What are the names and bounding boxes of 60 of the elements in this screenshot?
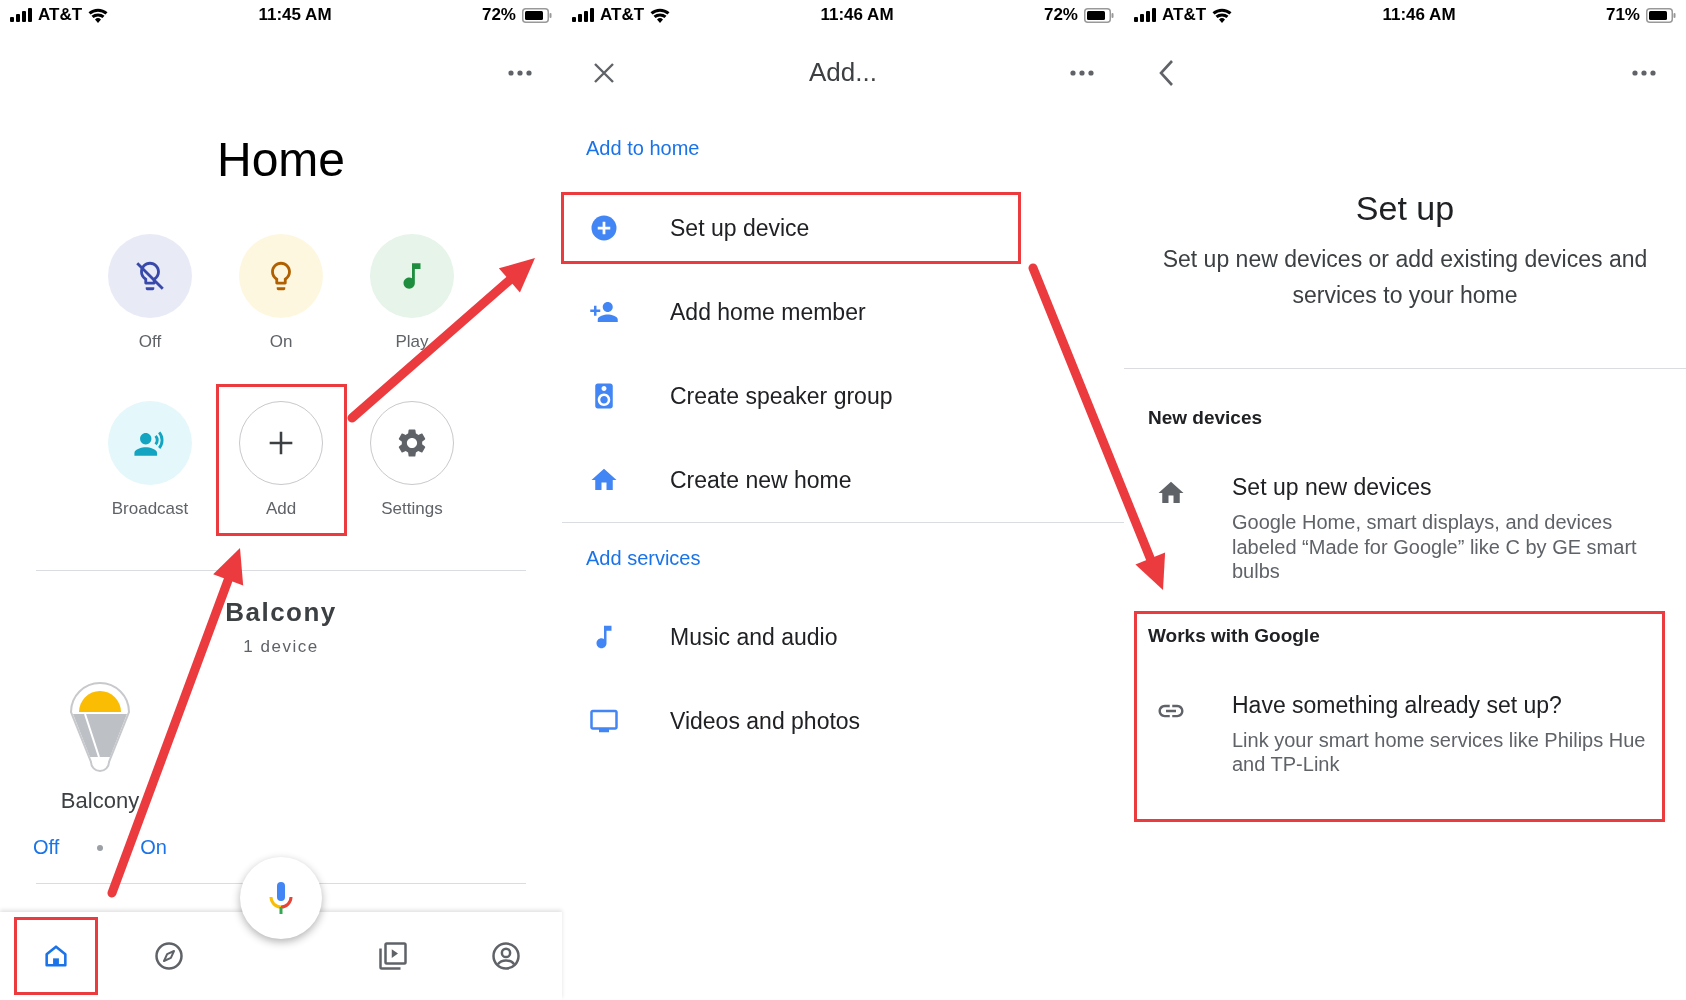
section-heading: Add to home <box>585 136 701 161</box>
media-library-icon <box>378 941 409 971</box>
menu-item[interactable]: Create new home <box>562 445 1020 515</box>
more-options-icon[interactable] <box>1632 69 1656 76</box>
device-name: Balcony <box>60 788 140 814</box>
wifi-icon <box>650 7 671 23</box>
section-heading: Add services <box>585 546 702 571</box>
account-icon <box>490 941 521 971</box>
menu-item[interactable]: Videos and photos <box>562 686 1020 756</box>
action-label: On <box>269 332 293 352</box>
battery-icon <box>522 7 552 23</box>
menu-item[interactable]: Set up device <box>562 193 1020 263</box>
carrier-name: AT&T <box>38 5 83 25</box>
option-description: Google Home, smart displays, and devices labeled “Made for Google” like C by GE smart bulbs <box>1232 510 1638 584</box>
wifi-icon <box>88 7 109 23</box>
room-name: Balcony <box>224 596 338 628</box>
off-button[interactable]: Off <box>33 836 60 859</box>
nav-tab[interactable] <box>15 918 98 994</box>
page-title: Home <box>215 132 346 188</box>
clock-time: 11:45 AM <box>258 5 332 25</box>
section-heading: Works with Google <box>1148 623 1321 648</box>
wifi-icon <box>1212 7 1233 23</box>
menu-item[interactable]: Create speaker group <box>562 361 1020 431</box>
battery-percent: 72% <box>1043 5 1078 25</box>
option-description: Link your smart home services like Philips Hue and TP-Link <box>1232 727 1647 777</box>
on-button[interactable]: On <box>140 836 167 859</box>
compass-icon <box>153 941 184 971</box>
option-title[interactable]: Have something already set up? <box>1232 689 1664 720</box>
clock-time: 11:46 AM <box>820 5 894 25</box>
section-heading: New devices <box>1148 406 1264 430</box>
action-label: Settings <box>381 499 443 519</box>
action-label: Broadcast <box>111 499 189 519</box>
more-options-icon[interactable] <box>1070 69 1094 76</box>
battery-percent: 71% <box>1605 5 1640 25</box>
device-count: 1 device <box>242 636 320 658</box>
back-icon[interactable] <box>1158 58 1174 87</box>
lightbulb-off-icon <box>133 259 167 293</box>
page-title: Set up <box>1354 188 1456 229</box>
clock-time: 11:46 AM <box>1382 5 1456 25</box>
more-options-icon[interactable] <box>508 69 532 76</box>
microphone-icon <box>268 881 294 915</box>
signal-icon <box>572 8 594 22</box>
action-label: Add <box>265 499 297 519</box>
microphone-button[interactable] <box>240 857 322 939</box>
action-label: Play <box>395 332 429 352</box>
menu-item[interactable]: Music and audio <box>562 602 1020 672</box>
signal-icon <box>10 8 32 22</box>
separator-dot <box>96 844 103 851</box>
battery-percent: 72% <box>481 5 516 25</box>
battery-icon <box>1646 7 1676 23</box>
battery-icon <box>1084 7 1114 23</box>
carrier-name: AT&T <box>600 5 645 25</box>
action-label: Off <box>138 332 162 352</box>
option-title[interactable]: Set up new devices <box>1232 472 1664 502</box>
page-title: Add... <box>808 57 878 88</box>
signal-icon <box>1134 8 1156 22</box>
carrier-name: AT&T <box>1162 5 1207 25</box>
close-icon[interactable] <box>593 61 615 84</box>
menu-item[interactable]: Add home member <box>562 277 1020 347</box>
page-subtitle: Set up new devices or add existing devices and services to your home <box>1161 245 1649 310</box>
